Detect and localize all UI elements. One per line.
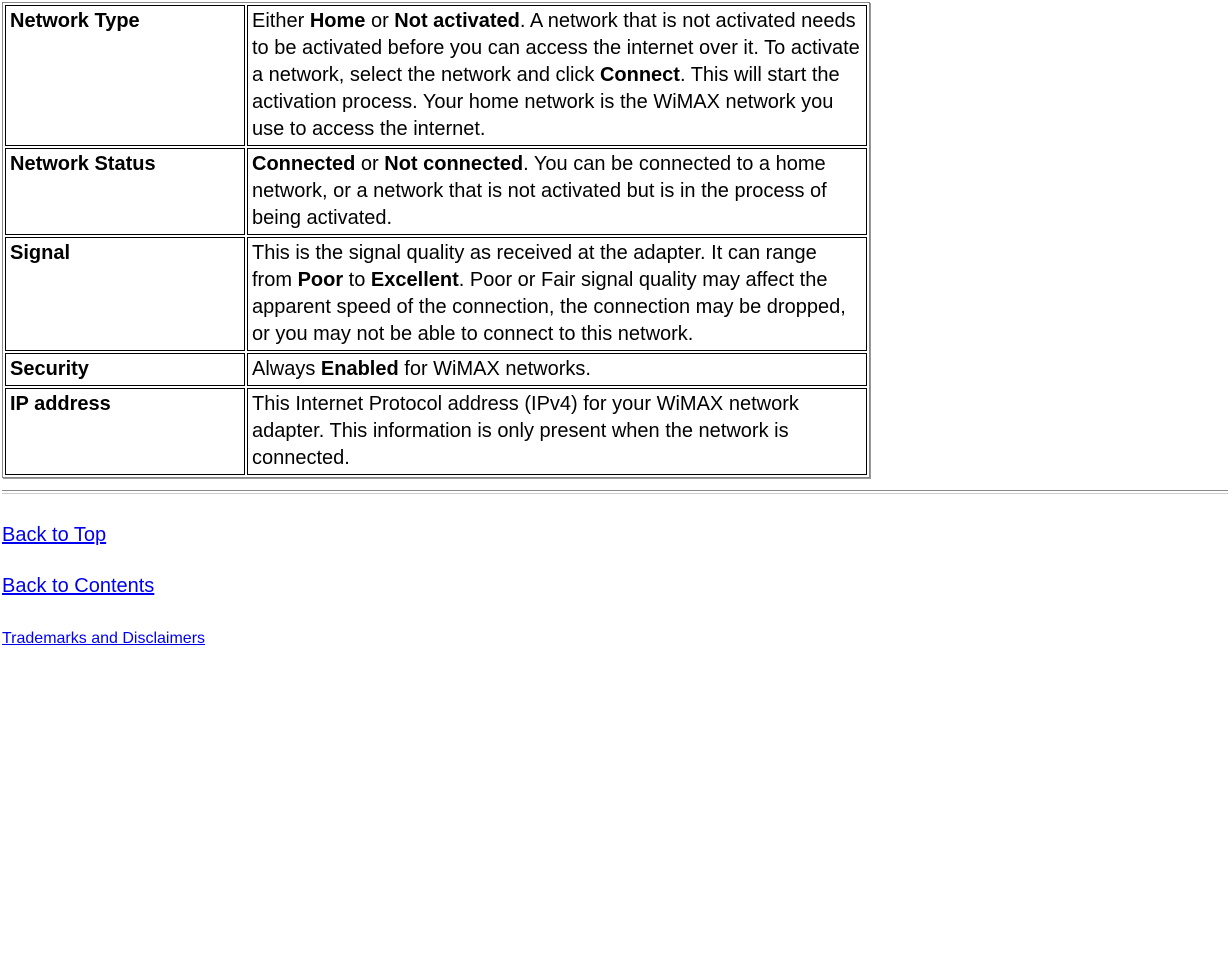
table-row: SecurityAlways Enabled for WiMAX network… bbox=[5, 353, 867, 386]
divider bbox=[2, 490, 1228, 494]
table-row: Network TypeEither Home or Not activated… bbox=[5, 5, 867, 146]
row-label: Security bbox=[5, 353, 245, 386]
back-to-contents-link[interactable]: Back to Contents bbox=[2, 575, 154, 597]
row-description: This Internet Protocol address (IPv4) fo… bbox=[247, 388, 867, 475]
row-label: Signal bbox=[5, 237, 245, 351]
table-row: Network StatusConnected or Not connected… bbox=[5, 148, 867, 235]
back-to-top-link[interactable]: Back to Top bbox=[2, 524, 106, 546]
row-description: Connected or Not connected. You can be c… bbox=[247, 148, 867, 235]
row-description: Always Enabled for WiMAX networks. bbox=[247, 353, 867, 386]
row-description: This is the signal quality as received a… bbox=[247, 237, 867, 351]
trademarks-link[interactable]: Trademarks and Disclaimers bbox=[2, 630, 205, 647]
table-row: SignalThis is the signal quality as rece… bbox=[5, 237, 867, 351]
row-description: Either Home or Not activated. A network … bbox=[247, 5, 867, 146]
row-label: Network Status bbox=[5, 148, 245, 235]
table-row: IP addressThis Internet Protocol address… bbox=[5, 388, 867, 475]
row-label: Network Type bbox=[5, 5, 245, 146]
row-label: IP address bbox=[5, 388, 245, 475]
network-properties-table: Network TypeEither Home or Not activated… bbox=[2, 2, 870, 478]
